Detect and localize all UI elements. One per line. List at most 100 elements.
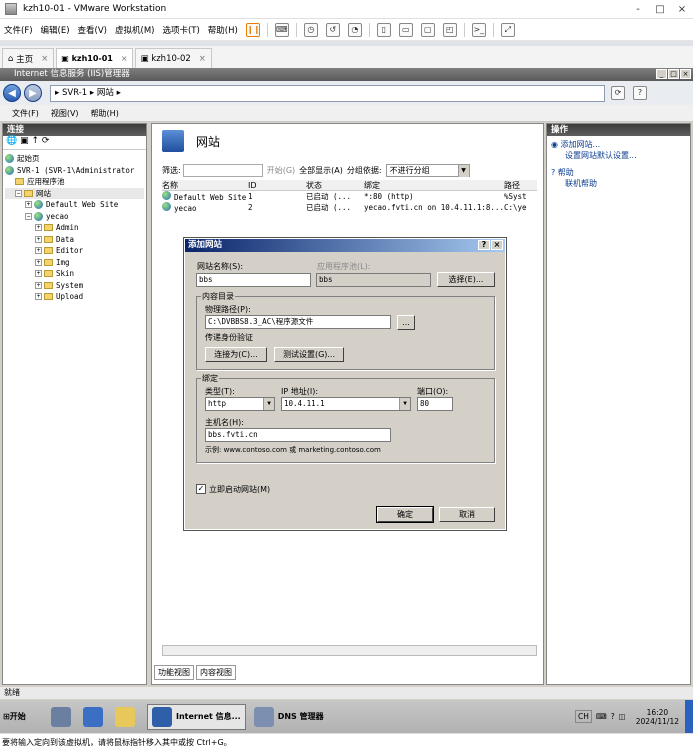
powershell-icon[interactable] — [83, 706, 103, 727]
port-input[interactable]: 80 — [417, 397, 453, 411]
dialog-close-button[interactable]: × — [491, 240, 503, 250]
thumbnail-icon[interactable]: ▭ — [398, 22, 413, 37]
close-icon[interactable]: × — [41, 54, 48, 64]
tree-node[interactable]: − yecao — [5, 211, 144, 223]
help-link[interactable]: ? 帮助 — [551, 167, 686, 178]
column-header[interactable]: 状态 — [306, 180, 364, 190]
keyboard-icon[interactable]: ⌨ — [596, 712, 607, 721]
expand-icon[interactable]: + — [35, 270, 42, 278]
expand-icon[interactable]: + — [35, 247, 42, 255]
features-view-tab[interactable]: 功能视图 — [154, 665, 194, 680]
help-icon[interactable]: ? — [611, 712, 615, 721]
tree-node[interactable]: − 网站 — [5, 187, 144, 199]
tree-node[interactable]: 起始页 — [5, 153, 144, 165]
close-icon[interactable]: × — [199, 54, 206, 64]
iis-minimize-button[interactable]: _ — [656, 69, 667, 79]
column-header[interactable]: 路径 — [504, 180, 537, 190]
ok-button[interactable]: 确定 — [376, 506, 434, 523]
test-settings-button[interactable]: 测试设置(G)... — [274, 347, 344, 362]
menu-view[interactable]: 查看(V) — [74, 24, 111, 36]
expand-icon[interactable]: + — [35, 281, 42, 289]
tree-node[interactable]: + Editor — [5, 245, 144, 257]
menu-help[interactable]: 帮助(H) — [204, 24, 242, 36]
explorer-icon[interactable] — [115, 706, 135, 727]
content-view-tab[interactable]: 内容视图 — [196, 665, 236, 680]
close-button[interactable]: × — [671, 0, 693, 19]
column-header[interactable]: 绑定 — [364, 180, 504, 190]
connect-as-button[interactable]: 连接为(C)... — [205, 347, 267, 362]
ip-select[interactable]: 10.4.11.1 ▼ — [281, 397, 411, 411]
start-button[interactable]: ⊞ 开始 — [3, 706, 37, 728]
menu-vm[interactable]: 虚拟机(M) — [111, 24, 158, 36]
taskbar-dns[interactable]: DNS 管理器 — [253, 704, 324, 730]
menu-edit[interactable]: 编辑(E) — [37, 24, 74, 36]
dialog-help-button[interactable]: ? — [478, 240, 490, 250]
expand-icon[interactable]: + — [35, 258, 42, 266]
help-icon[interactable]: ? — [633, 86, 647, 100]
unity-icon[interactable]: ◰ — [442, 22, 457, 37]
tree-node[interactable]: + System — [5, 280, 144, 292]
forward-icon[interactable]: ▶ — [24, 84, 42, 102]
go-button[interactable]: 开始(G) — [267, 165, 295, 176]
console-icon[interactable]: >_ — [471, 22, 486, 37]
iis-menu-help[interactable]: 帮助(H) — [91, 108, 119, 119]
menu-tabs[interactable]: 选项卡(T) — [158, 24, 203, 36]
host-name-input[interactable]: bbs.fvti.cn — [205, 428, 391, 442]
set-defaults-link[interactable]: 设置网站默认设置... — [551, 150, 686, 161]
show-desktop-button[interactable] — [685, 700, 693, 733]
cancel-button[interactable]: 取消 — [439, 507, 495, 522]
select-pool-button[interactable]: 选择(E)... — [437, 272, 495, 287]
show-all-button[interactable]: 全部显示(A) — [299, 165, 343, 176]
start-site-checkbox[interactable]: ✓ — [196, 484, 206, 494]
iis-menu-file[interactable]: 文件(F) — [12, 108, 39, 119]
minimize-button[interactable]: - — [627, 0, 649, 19]
back-icon[interactable]: ◀ — [3, 84, 21, 102]
snapshot-manager-icon[interactable]: ◔ — [347, 22, 362, 37]
iis-menu-view[interactable]: 视图(V) — [51, 108, 79, 119]
tab-home[interactable]: ⌂ 主页 × — [2, 48, 55, 68]
site-name-input[interactable]: bbs — [196, 273, 311, 287]
expand-icon[interactable]: + — [35, 235, 42, 243]
group-select[interactable]: 不进行分组 ▼ — [385, 163, 470, 177]
expand-icon[interactable]: + — [35, 224, 42, 232]
refresh-connections-icon[interactable]: ⟳ — [42, 136, 50, 146]
fullscreen-icon[interactable]: ▢ — [420, 22, 435, 37]
menu-file[interactable]: 文件(F) — [0, 24, 37, 36]
type-select[interactable]: http ▼ — [205, 397, 275, 411]
tree-node[interactable]: SVR-1 (SVR-1\Administrator — [5, 165, 144, 177]
browse-button[interactable]: ... — [397, 315, 415, 330]
send-keys-icon[interactable]: ⌨ — [274, 22, 289, 37]
connect-icon[interactable]: 🌐 — [6, 136, 17, 146]
revert-snapshot-icon[interactable]: ↺ — [325, 22, 340, 37]
table-row[interactable]: yecao 2 已启动 (... yecao.fvti.cn on 10.4.11.1… — [162, 202, 537, 213]
taskbar-iis[interactable]: Internet 信息... — [147, 703, 246, 730]
expand-icon[interactable]: − — [25, 212, 32, 220]
refresh-icon[interactable]: ⟳ — [611, 86, 625, 100]
online-help-link[interactable]: 联机帮助 — [551, 178, 686, 189]
column-header[interactable]: ID — [248, 181, 306, 190]
stretch-icon[interactable]: ⤢ — [500, 22, 515, 37]
save-icon[interactable]: ▣ — [20, 136, 29, 146]
up-icon[interactable]: ↑ — [31, 136, 39, 146]
expand-icon[interactable]: − — [15, 189, 22, 197]
pause-icon[interactable]: ❙❙ — [245, 22, 260, 37]
library-icon[interactable]: ▯ — [376, 22, 391, 37]
tree-node[interactable]: + Default Web Site — [5, 199, 144, 211]
tree-node[interactable]: + Img — [5, 257, 144, 269]
ime-indicator[interactable]: CH — [574, 710, 592, 723]
tab-kzh10-01[interactable]: ▣ kzh10-01 × — [56, 48, 133, 68]
iis-close-button[interactable]: × — [680, 69, 691, 79]
server-manager-icon[interactable] — [51, 706, 71, 727]
expand-icon[interactable]: + — [35, 293, 42, 301]
close-icon[interactable]: × — [121, 53, 128, 64]
add-website-link[interactable]: ◉ 添加网站... — [551, 139, 686, 150]
tree-node[interactable]: + Admin — [5, 222, 144, 234]
tab-kzh10-02[interactable]: ▣ kzh10-02 × — [134, 48, 212, 68]
tree-node[interactable]: + Data — [5, 234, 144, 246]
table-row[interactable]: Default Web Site 1 已启动 (... *:80 (http) %Sys… — [162, 191, 537, 202]
expand-icon[interactable]: + — [25, 201, 32, 209]
tree-node[interactable]: + Upload — [5, 291, 144, 303]
snapshot-icon[interactable]: ◷ — [303, 22, 318, 37]
breadcrumb[interactable]: ▸ SVR-1 ▸ 网站 ▸ — [50, 84, 605, 102]
column-header[interactable]: 名称 — [162, 180, 248, 190]
